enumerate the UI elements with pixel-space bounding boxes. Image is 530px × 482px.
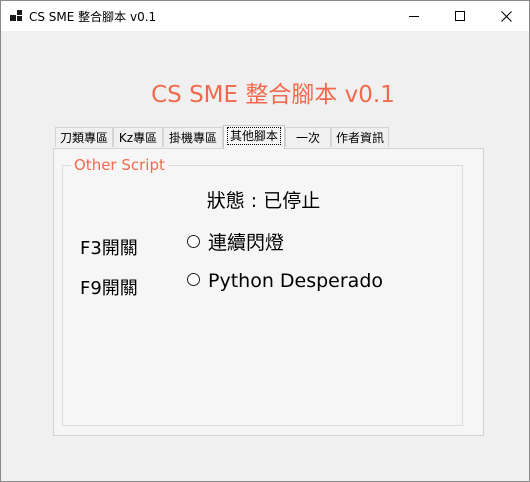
minimize-button[interactable] <box>391 1 437 31</box>
tab-label: 其他腳本 <box>226 127 282 145</box>
tab-label: 作者資訊 <box>335 131 384 145</box>
tab-author-info[interactable]: 作者資訊 <box>331 127 389 147</box>
radio-circle-icon <box>187 235 200 248</box>
radio-python-desperado[interactable]: Python Desperado <box>187 270 383 292</box>
maximize-button[interactable] <box>437 1 483 31</box>
tab-once[interactable]: 一次 <box>285 127 331 147</box>
close-button[interactable] <box>483 1 529 31</box>
tab-label: 刀類專區 <box>59 131 108 145</box>
tab-label: 掛機專區 <box>168 131 217 145</box>
tab-kz[interactable]: Kz專區 <box>113 127 163 147</box>
radio-circle-icon <box>187 273 200 286</box>
radio-label: Python Desperado <box>208 270 384 292</box>
group-title: Other Script <box>71 156 168 174</box>
page-title: CS SME 整合腳本 v0.1 <box>151 82 395 108</box>
tab-label: Kz專區 <box>118 131 158 145</box>
radio-label: 連續閃燈 <box>208 232 285 254</box>
tab-panel: Other Script 狀態 : 已停止 F3開關 連續閃燈 F9開關 Pyt… <box>53 148 484 436</box>
hotkey-label-f9: F9開關 <box>80 278 138 299</box>
status-text: 狀態 : 已停止 <box>206 190 321 212</box>
title-bar[interactable]: CS SME 整合腳本 v0.1 <box>1 1 529 31</box>
tab-other-scripts[interactable]: 其他腳本 <box>223 125 285 149</box>
tab-knife[interactable]: 刀類專區 <box>55 127 113 147</box>
app-window: CS SME 整合腳本 v0.1 CS SME 整合腳本 v0.1 刀類專區 K… <box>0 0 530 482</box>
close-icon <box>501 11 512 22</box>
tab-afk[interactable]: 掛機專區 <box>163 127 223 147</box>
radio-continuous-flash[interactable]: 連續閃燈 <box>187 228 284 255</box>
tab-label: 一次 <box>295 131 320 145</box>
hotkey-label-f3: F3開關 <box>80 238 138 259</box>
app-icon <box>10 10 22 22</box>
group-box: Other Script 狀態 : 已停止 F3開關 連續閃燈 F9開關 Pyt… <box>62 156 463 426</box>
window-title: CS SME 整合腳本 v0.1 <box>29 10 157 24</box>
